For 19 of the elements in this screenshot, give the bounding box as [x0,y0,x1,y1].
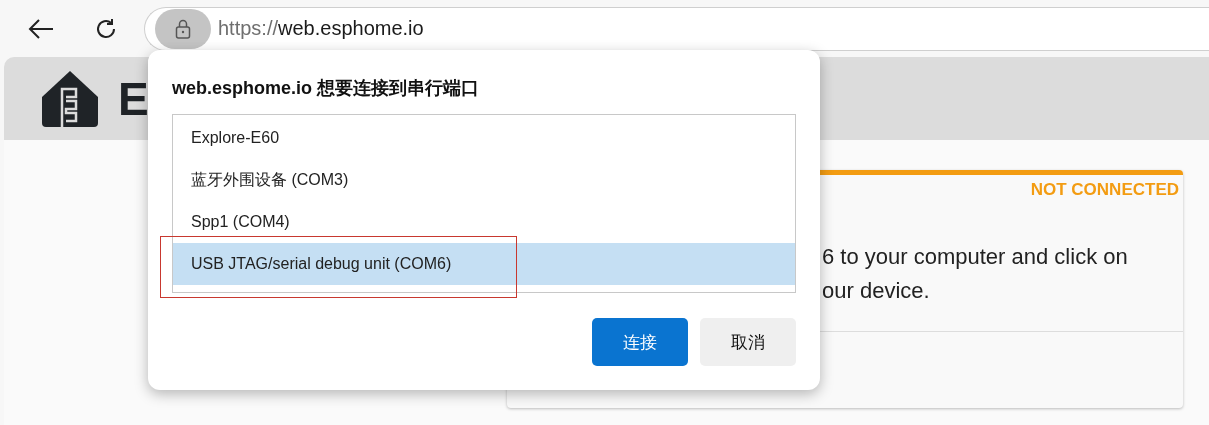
dialog-title: web.esphome.io 想要连接到串行端口 [172,77,481,100]
port-item[interactable]: USB JTAG/serial debug unit (COM6) [173,243,795,285]
instruction-text: 6 to your computer and click on [822,243,1129,271]
port-item[interactable]: Explore-E60 [173,117,795,159]
port-item[interactable]: Spp1 (COM4) [173,201,795,243]
url-scheme: https:// [218,17,279,39]
connection-status: NOT CONNECTED [1030,180,1179,200]
back-icon[interactable] [28,17,54,40]
cancel-button[interactable]: 取消 [700,318,796,366]
logo-icon [40,68,100,129]
instruction-text: our device. [822,277,931,305]
connect-button[interactable]: 连接 [592,318,688,366]
page-title: E [118,71,149,126]
lock-icon [175,18,191,39]
url-host: web.esphome.io [278,17,424,39]
port-item[interactable]: 蓝牙外围设备 (COM3) [173,159,795,201]
address-bar[interactable]: https://web.esphome.io [144,6,1209,51]
site-info-button[interactable] [155,8,211,49]
reload-icon[interactable] [94,16,118,41]
